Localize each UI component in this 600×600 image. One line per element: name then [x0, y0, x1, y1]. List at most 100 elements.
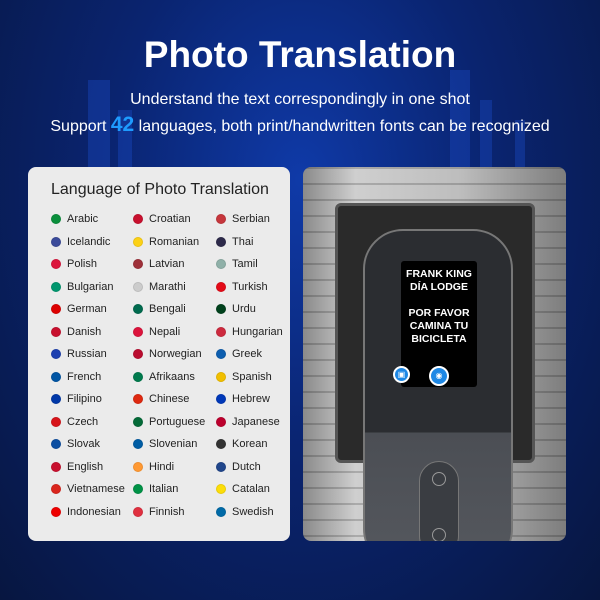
flag-icon	[51, 326, 61, 337]
language-item: French	[51, 370, 101, 384]
language-name: Norwegian	[149, 348, 202, 360]
language-name: Urdu	[232, 303, 256, 315]
flag-icon	[133, 259, 143, 269]
language-item: Catalan	[216, 482, 270, 496]
flag-icon	[133, 304, 143, 314]
flag-icon	[216, 281, 226, 292]
flag-icon	[216, 326, 226, 337]
language-item: Italian	[133, 482, 178, 496]
screen-text-line: POR FAVOR	[408, 307, 470, 319]
language-name: Marathi	[149, 280, 186, 293]
language-item: English	[51, 460, 103, 474]
language-name: Portuguese	[149, 415, 206, 428]
language-name: Vietnamese	[67, 483, 125, 495]
flag-icon	[51, 371, 61, 382]
screen-text-line: CAMINA TU	[409, 320, 469, 332]
language-name: Turkish	[232, 280, 268, 293]
language-item: Danish	[51, 325, 101, 339]
language-name: Arabic	[67, 213, 99, 225]
language-item: Hindi	[133, 460, 174, 474]
card-title: Language of Photo Translation	[51, 181, 269, 198]
language-name: Dutch	[232, 460, 261, 473]
language-name: Latvian	[149, 258, 185, 270]
flag-icon	[133, 281, 143, 292]
image-icon[interactable]: ▣	[393, 366, 410, 383]
language-name: Russian	[67, 348, 107, 360]
language-name: German	[67, 303, 107, 315]
language-item: Czech	[51, 415, 98, 429]
language-name: Croatian	[149, 213, 191, 225]
language-name: English	[67, 460, 104, 473]
language-item: Filipino	[51, 392, 102, 406]
flag-icon	[133, 484, 143, 494]
language-item: Portuguese	[133, 415, 205, 429]
language-name: Czech	[67, 415, 99, 428]
flag-icon	[133, 506, 143, 517]
screen-text-line: DÍA LODGE	[410, 281, 468, 293]
flag-icon	[51, 281, 61, 292]
product-photo: FRANK KING DÍA LODGE POR FAVOR CAMINA TU BI…	[303, 167, 566, 541]
language-name: Nepali	[149, 325, 181, 338]
language-item: Tamil	[216, 257, 258, 271]
language-item: Romanian	[133, 235, 199, 249]
language-item: Spanish	[216, 370, 272, 384]
flag-icon	[51, 394, 61, 404]
subtitle-text: Support	[50, 118, 111, 135]
flag-icon	[133, 326, 143, 337]
language-name: Finnish	[149, 505, 185, 518]
flag-icon	[133, 394, 143, 404]
subtitle-line-1: Understand the text correspondingly in o…	[130, 91, 470, 108]
language-name: Icelandic	[67, 235, 111, 248]
language-item: Slovenian	[133, 437, 197, 451]
language-name: Afrikaans	[149, 370, 195, 383]
screen-text-line: BICICLETA	[411, 333, 467, 345]
flag-icon	[51, 236, 61, 247]
language-name: Hungarian	[232, 325, 283, 338]
language-item: Serbian	[216, 212, 270, 226]
language-name: Catalan	[232, 483, 270, 495]
flag-icon	[133, 236, 143, 247]
flag-icon	[51, 259, 61, 269]
flag-icon	[216, 394, 226, 404]
screen-text-line	[401, 294, 477, 307]
flag-icon	[51, 214, 61, 224]
language-item: Japanese	[216, 415, 280, 429]
language-item: Hungarian	[216, 325, 283, 339]
language-name: Filipino	[67, 393, 102, 405]
language-name: French	[67, 370, 102, 383]
language-name: Korean	[232, 438, 268, 450]
language-name: Slovak	[67, 438, 101, 450]
language-item: Hebrew	[216, 392, 270, 406]
language-item: Bengali	[133, 302, 186, 316]
language-name: Italian	[149, 483, 179, 495]
device-buttons	[419, 461, 459, 541]
language-item: Swedish	[216, 505, 274, 519]
flag-icon	[133, 349, 143, 359]
language-item: Indonesian	[51, 505, 121, 519]
language-item: Slovak	[51, 437, 100, 451]
language-item: Nepali	[133, 325, 180, 339]
flag-icon	[216, 214, 226, 224]
language-item: Korean	[216, 437, 267, 451]
language-item: Vietnamese	[51, 482, 125, 496]
subtitle-text: languages, both print/handwritten fonts …	[134, 118, 550, 135]
language-item: Arabic	[51, 212, 98, 226]
page-title: Photo Translation	[143, 34, 457, 75]
language-item: Turkish	[216, 280, 268, 294]
language-name: Bengali	[149, 303, 186, 315]
flag-icon	[216, 259, 226, 269]
language-item: Thai	[216, 235, 253, 249]
flag-icon	[51, 506, 61, 517]
flag-icon	[216, 349, 226, 359]
language-item: Finnish	[133, 505, 184, 519]
language-name: Greek	[232, 348, 262, 360]
language-item: Russian	[51, 347, 107, 361]
language-name: Danish	[67, 325, 102, 338]
language-name: Slovenian	[149, 438, 198, 450]
flag-icon	[51, 484, 61, 494]
screen-text-line: FRANK KING	[406, 268, 472, 280]
language-item: Greek	[216, 347, 262, 361]
camera-icon[interactable]: ◉	[429, 366, 449, 386]
flag-icon	[51, 439, 61, 449]
flag-icon	[133, 214, 143, 224]
